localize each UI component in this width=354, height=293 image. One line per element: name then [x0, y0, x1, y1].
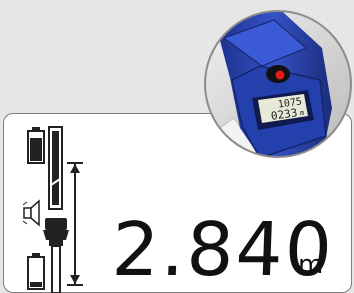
- speaker-icon: [22, 199, 40, 227]
- battery-full-icon: [27, 127, 45, 164]
- distance-bracket-icon: [67, 162, 83, 286]
- battery-low-icon: [27, 253, 45, 290]
- device-closeup-inset: [204, 10, 352, 158]
- distance-unit: m: [298, 250, 324, 280]
- measure-reference-icon: [43, 126, 69, 293]
- product-illustration: 2.840 m 1075 0233 m: [0, 0, 354, 293]
